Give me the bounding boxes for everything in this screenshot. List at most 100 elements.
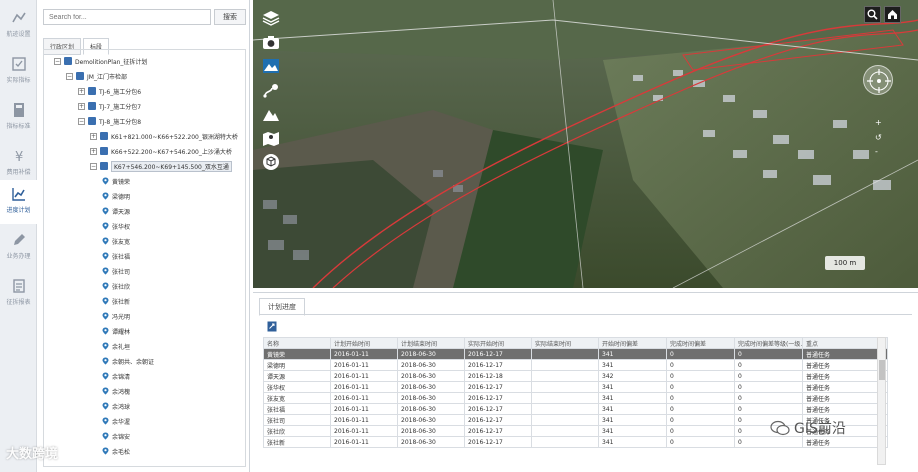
rail-item-report[interactable]: 征拆报表 [0,272,37,316]
layers-button[interactable] [258,6,284,30]
table-cell: 0 [734,403,803,415]
location-pin-icon [102,327,109,335]
column-header[interactable]: 完成时间偏差 [666,337,735,349]
tree-node-person[interactable]: 梁德明 [102,190,130,202]
map-location-button[interactable] [258,126,284,150]
tree-node-person[interactable]: 余鸿槐 [102,385,130,397]
table-cell: 2016-01-11 [330,359,398,371]
table-cell: 341 [598,403,667,415]
tree-node-segment[interactable]: + K66+522.200~K67+546.200_上沙涌大桥 [90,145,232,157]
zoom-in-button[interactable]: + [875,118,882,127]
column-header[interactable]: 开始时间偏差 [598,337,667,349]
export-icon[interactable] [267,321,277,332]
tree-node-person[interactable]: 张友宽 [102,235,130,247]
tree-node-person[interactable]: 谭耀林 [102,325,130,337]
table-scrollbar[interactable] [877,337,886,465]
tree-node-person[interactable]: 余华渥 [102,415,130,427]
table-cell [531,436,599,448]
reset-view-button[interactable]: ↺ [875,133,882,142]
tree-node-person[interactable]: 张社新 [102,295,130,307]
tree-node-section[interactable]: + TJ-6_施工分包6 [78,85,141,97]
table-row[interactable]: 张社福 2016-01-11 2018-06-30 2016-12-17 341 0 0 普通… [263,403,888,415]
table-cell: 2016-01-11 [330,381,398,393]
compass-control[interactable] [863,65,893,95]
calculator-icon [13,103,24,117]
column-header[interactable]: 实际结束时间 [531,337,599,349]
collapse-toggle[interactable]: − [54,57,61,65]
terrain-button[interactable] [258,54,284,78]
mountain-button[interactable] [258,102,284,126]
search-button[interactable]: 搜索 [214,9,246,25]
column-header[interactable]: 重点 [802,337,888,349]
tree-node-person[interactable]: 张华权 [102,220,130,232]
route-button[interactable] [258,78,284,102]
tree-node-section[interactable]: − TJ-8_施工分包8 [78,115,141,127]
tree-node-person[interactable]: 余礼垣 [102,340,130,352]
table-cell: 2016-01-11 [330,392,398,404]
column-header[interactable]: 计划开始时间 [330,337,398,349]
table-cell: 2016-01-11 [330,403,398,415]
table-row[interactable]: 黄镜荣 2016-01-11 2018-06-30 2016-12-17 341 0 0 普通… [263,348,888,360]
route-icon [11,12,26,23]
zoom-out-button[interactable]: - [875,147,878,156]
column-header[interactable]: 实际开始时间 [464,337,532,349]
tree-node-root[interactable]: − DemolitionPlan_征拆计划 [54,55,147,67]
tree-node-person[interactable]: 余锦清 [102,370,130,382]
tree-node-segment-selected[interactable]: − K67+546.200~K69+145.500_双水互通 [90,160,232,172]
rail-item-schedule[interactable]: 进度计划 [0,180,37,224]
table-cell: 341 [598,436,667,448]
rail-item-route[interactable]: 航迹设置 [0,4,37,48]
table-cell: 0 [666,403,735,415]
table-cell: 2016-12-17 [464,414,532,426]
tree-node-person[interactable]: 冯光明 [102,310,130,322]
table-row[interactable]: 张社新 2016-01-11 2018-06-30 2016-12-17 341 0 0 普通… [263,436,888,448]
tree-node-label: 张社福 [112,253,131,261]
tree-node-person[interactable]: 张社福 [102,250,130,262]
tree-node-person[interactable]: 余毛松 [102,445,130,457]
tree-node-section[interactable]: + TJ-7_施工分包7 [78,100,141,112]
column-header[interactable]: 计划结束时间 [397,337,465,349]
scrollbar-thumb[interactable] [879,360,885,380]
expand-toggle[interactable]: + [90,147,97,155]
expand-toggle[interactable]: + [90,132,97,140]
column-header[interactable]: 名称 [263,337,331,349]
3d-model-button[interactable] [258,150,284,174]
tree-node-person[interactable]: 余朝共、余朝证 [102,355,154,367]
tree-node-person[interactable]: 张社司 [102,265,130,277]
collapse-toggle[interactable]: − [66,72,73,80]
table-row[interactable]: 张华权 2016-01-11 2018-06-30 2016-12-17 341 0 0 普通… [263,381,888,393]
tree-node-person[interactable]: 余鸿球 [102,400,130,412]
table-row[interactable]: 谭天源 2016-01-11 2018-06-30 2016-12-18 342 0 0 普通… [263,370,888,382]
column-header[interactable]: 完成时间偏差等级(一级...) [734,337,803,349]
map-view[interactable]: + ↺ - 100 m [253,0,918,288]
table-cell: 2018-06-30 [397,381,465,393]
collapse-toggle[interactable]: − [78,117,85,125]
tree-node-person[interactable]: 黄镜荣 [102,175,130,187]
table-row[interactable]: 梁德明 2016-01-11 2018-06-30 2016-12-17 341 0 0 普通… [263,359,888,371]
expand-toggle[interactable]: + [78,87,85,95]
map-search-button[interactable] [864,6,881,23]
tree-node-person[interactable]: 张社欣 [102,280,130,292]
watermark-left: 大数跨境 [6,447,59,462]
collapse-toggle[interactable]: − [90,162,97,170]
tree-node-label: 余毛松 [112,448,131,456]
location-pin-icon [102,192,109,200]
tree-node-label: 余锦安 [112,433,131,441]
search-input[interactable] [43,9,211,25]
rail-item-indicator[interactable]: 实际指标 [0,50,37,94]
expand-toggle[interactable]: + [78,102,85,110]
camera-button[interactable] [258,30,284,54]
map-home-button[interactable] [884,6,901,23]
table-cell: 谭天源 [263,370,331,382]
rail-item-standard[interactable]: 指标标准 [0,96,37,140]
tree-node-person[interactable]: 余锦安 [102,430,130,442]
tree-node-person[interactable]: 谭天源 [102,205,130,217]
tree-node-segment[interactable]: + K61+821.000~K66+522.200_银洲湖特大桥 [90,130,238,142]
table-cell: 普通任务 [802,381,888,393]
table-cell: 2016-12-17 [464,403,532,415]
tree-node-project[interactable]: − JM_江门市检部 [66,70,127,82]
map-toolbar [258,6,284,174]
table-row[interactable]: 张友宽 2016-01-11 2018-06-30 2016-12-17 341 0 0 普通… [263,392,888,404]
tree-node-label: 冯光明 [112,313,131,321]
rail-item-business[interactable]: 业务办理 [0,226,37,270]
